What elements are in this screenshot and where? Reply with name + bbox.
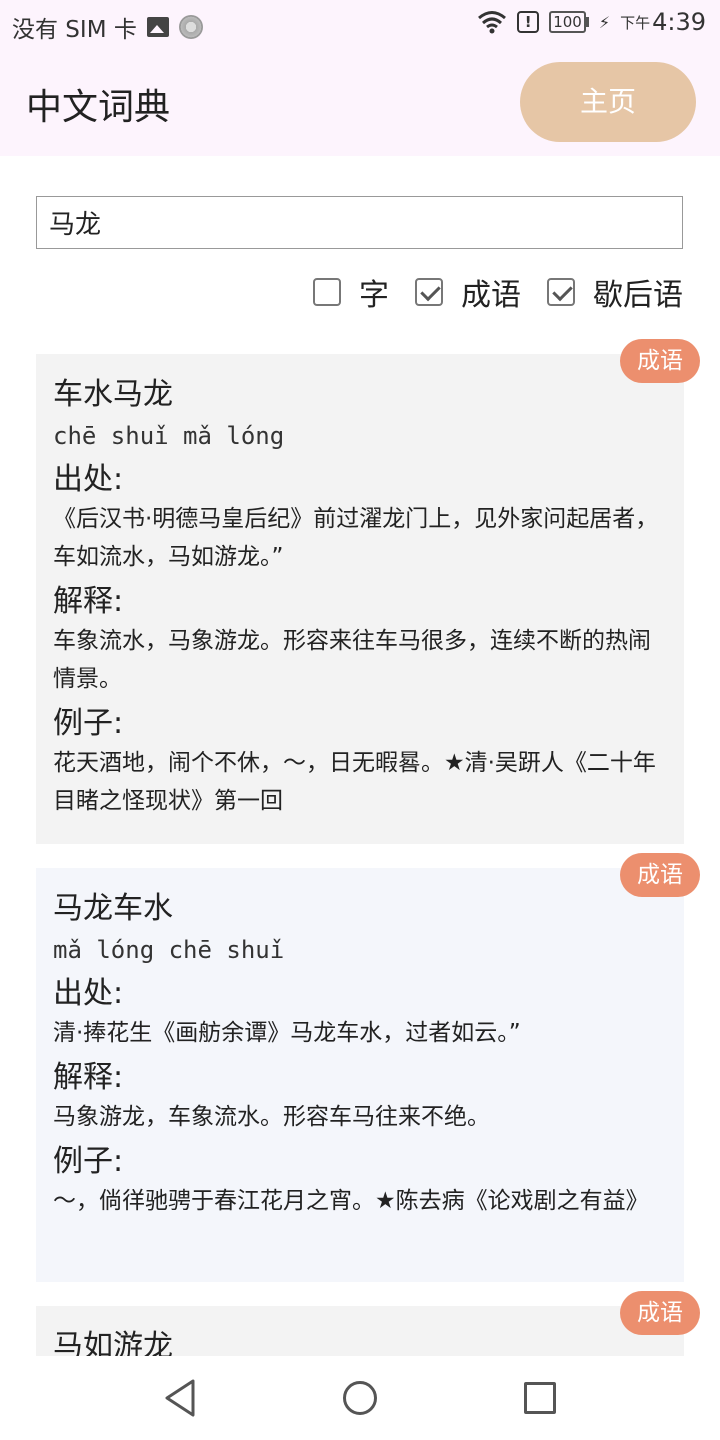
time-prefix: 下午: [620, 13, 651, 32]
source-label: 出处:: [53, 462, 124, 497]
example-label: 例子:: [53, 1144, 124, 1179]
status-bar: 没有 SIM 卡 ! 100 ⚡ 下午 4:39: [0, 0, 720, 50]
status-right: ! 100 ⚡ 下午 4:39: [477, 8, 706, 36]
image-notification-icon: [146, 17, 169, 37]
status-left: 没有 SIM 卡: [12, 10, 203, 44]
explain-text: 车象流水，马象游龙。形容来往车马很多，连续不断的热闹情景。: [53, 628, 651, 692]
filter-idiom-checkbox[interactable]: [415, 278, 443, 306]
source-text: 《后汉书·明德马皇后纪》前过濯龙门上，见外家问起居者，车如流水，马如游龙。”: [53, 506, 659, 570]
idiom-badge: 成语: [620, 339, 700, 383]
filter-row: 字 成语 歇后语: [313, 270, 683, 314]
back-triangle-icon[interactable]: [163, 1378, 197, 1418]
filter-character-label: 字: [359, 278, 389, 313]
source-label: 出处:: [53, 976, 124, 1011]
battery-level: 100: [549, 11, 586, 33]
filter-xiehouyu-checkbox[interactable]: [547, 278, 575, 306]
alert-icon: !: [517, 11, 540, 33]
explain-label: 解释:: [53, 584, 124, 619]
filter-idiom[interactable]: 成语: [415, 270, 521, 314]
carrier-text: 没有 SIM 卡: [12, 17, 137, 43]
explain-text: 马象游龙，车象流水。形容车马往来不绝。: [53, 1104, 490, 1130]
app-title: 中文词典: [26, 87, 171, 128]
sync-notification-icon: [178, 15, 203, 39]
filter-xiehouyu[interactable]: 歇后语: [547, 270, 683, 314]
result-word: 马如游龙: [53, 1329, 173, 1356]
result-word: 车水马龙: [53, 377, 173, 412]
result-pinyin: chē shuǐ mǎ lóng: [53, 422, 285, 450]
result-word: 马龙车水: [53, 891, 173, 926]
result-pinyin: mǎ lóng chē shuǐ: [53, 936, 285, 964]
battery-icon: 100: [549, 11, 589, 33]
result-card[interactable]: 马龙车水 mǎ lóng chē shuǐ 出处: 清·捧花生《画舫余谭》马龙车…: [36, 868, 684, 1282]
filter-character[interactable]: 字: [313, 270, 389, 314]
filter-idiom-label: 成语: [461, 278, 521, 313]
example-label: 例子:: [53, 706, 124, 741]
charging-icon: ⚡: [598, 12, 611, 32]
result-card[interactable]: 车水马龙 chē shuǐ mǎ lóng 出处: 《后汉书·明德马皇后纪》前过…: [36, 354, 684, 844]
search-input[interactable]: [36, 196, 683, 249]
source-text: 清·捧花生《画舫余谭》马龙车水，过者如云。”: [53, 1020, 521, 1046]
recent-square-icon[interactable]: [524, 1382, 556, 1414]
idiom-badge: 成语: [620, 853, 700, 897]
home-circle-icon[interactable]: [343, 1381, 377, 1415]
home-button[interactable]: 主页: [520, 62, 696, 142]
filter-character-checkbox[interactable]: [313, 278, 341, 306]
clock: 4:39: [652, 8, 706, 36]
filter-xiehouyu-label: 歇后语: [593, 278, 683, 313]
example-text: ～，倘徉驰骋于春江花月之宵。★陈去病《论戏剧之有益》: [53, 1188, 649, 1214]
system-nav-bar: [0, 1356, 720, 1440]
explain-label: 解释:: [53, 1060, 124, 1095]
app-bar: 中文词典 主页: [0, 50, 720, 156]
example-text: 花天酒地，闹个不休，～，日无暇晷。★清·吴趼人《二十年目睹之怪现状》第一回: [53, 750, 656, 814]
result-card[interactable]: 马如游龙: [36, 1306, 684, 1356]
idiom-badge: 成语: [620, 1291, 700, 1335]
wifi-icon: [478, 11, 507, 34]
